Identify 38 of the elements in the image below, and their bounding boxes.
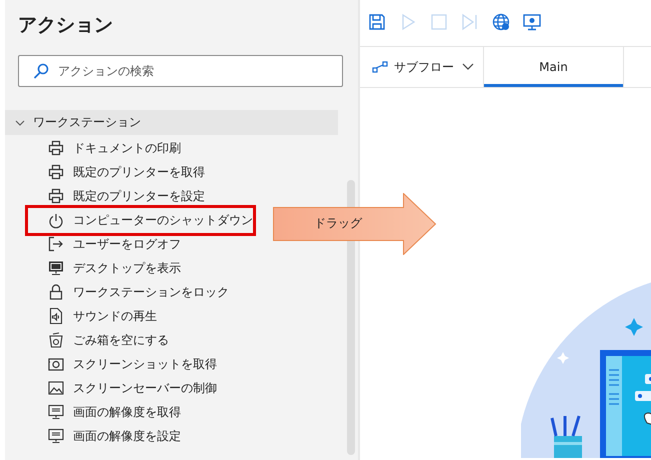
search-icon [33,63,49,79]
action-item[interactable]: 既定のプリンターを取得 [25,160,256,184]
printer-icon [48,164,64,180]
action-item[interactable]: デスクトップを表示 [25,256,256,280]
action-item[interactable]: 画面の解像度を設定 [25,424,256,448]
subflow-icon [372,61,388,73]
printer-icon [48,188,64,204]
action-item[interactable]: ワークステーションをロック [25,280,256,304]
action-item[interactable]: 既定のプリンターを設定 [25,184,256,208]
category-header[interactable]: ワークステーション [5,110,338,135]
action-item[interactable]: ドキュメントの印刷 [25,136,256,160]
trash-icon [48,332,64,348]
flow-tab[interactable]: Main [483,47,624,87]
highlighted-action-item[interactable]: コンピューターのシャットダウン [25,205,256,236]
action-item[interactable]: ごみ箱を空にする [25,328,256,352]
chevron-icon [462,63,474,71]
sound-file-icon [48,308,64,324]
action-item[interactable]: 画面の解像度を取得 [25,400,256,424]
save-icon[interactable] [368,13,386,31]
monitor-icon[interactable] [523,13,541,31]
chevron-icon [15,118,25,128]
power-icon [48,212,64,228]
sign-out-icon [48,236,64,252]
search-field[interactable]: アクションの検索 [18,55,343,87]
monitor-icon [48,404,64,420]
action-item[interactable]: スクリーンショットを取得 [25,352,256,376]
callout-label: ドラッグ [313,215,364,232]
panel-title: アクション [18,13,114,38]
printer-icon [48,140,64,156]
camera-icon [48,356,64,372]
action-item[interactable]: サウンドの再生 [25,304,256,328]
image-icon [48,380,64,396]
category-label: ワークステーション [33,114,141,131]
monitor-icon [48,428,64,444]
lock-icon [48,284,64,300]
globe-icon[interactable] [492,13,510,31]
monitor-icon [48,260,64,276]
action-item[interactable]: スクリーンセーバーの制御 [25,376,256,400]
